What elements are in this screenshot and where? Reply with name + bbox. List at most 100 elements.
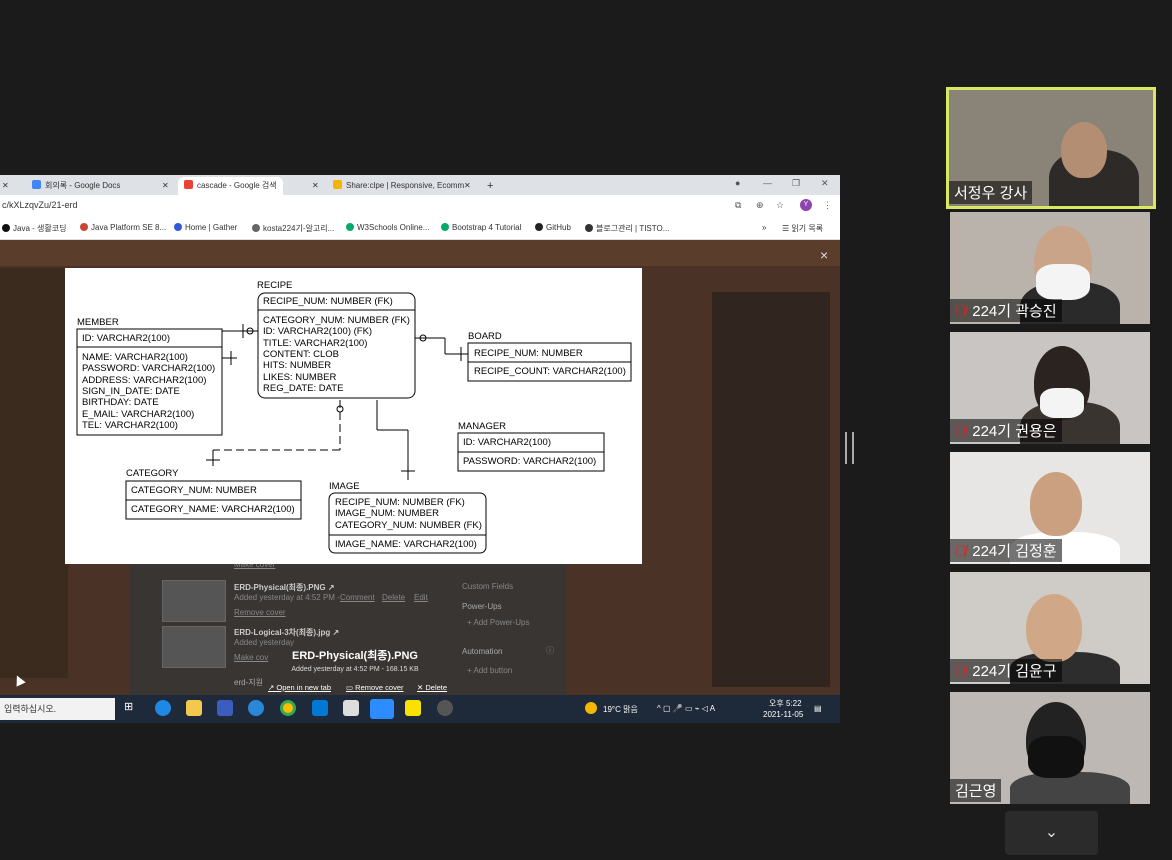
participant-name: 🎙̸ 224기 김정훈 — [950, 539, 1062, 562]
member-col: TEL: VARCHAR2(100) — [82, 420, 178, 431]
app-icon[interactable] — [248, 700, 264, 716]
tab-close-icon[interactable]: ✕ — [162, 177, 169, 195]
minimize-icon[interactable]: — — [763, 178, 772, 188]
bookmark-item[interactable]: 블로그관리 | TISTO... — [585, 223, 669, 234]
video-tile[interactable]: 🎙̸ 224기 권용은 — [950, 332, 1150, 444]
profile-avatar[interactable]: Y — [800, 199, 812, 211]
edge-icon[interactable] — [155, 700, 171, 716]
url-text[interactable]: c/kXLzqvZu/21-erd — [2, 200, 78, 210]
category-title: CATEGORY — [126, 468, 179, 479]
weather-icon — [585, 702, 597, 714]
bookmark-item[interactable]: W3Schools Online... — [346, 223, 429, 232]
attachment-name[interactable]: ERD-Logical-3차(최종).jpg ↗ — [234, 627, 339, 638]
windows-taskbar: 입력하십시오. ⊞ 19°C 맑음 ^ ▢ 🎤 ▭ ⌁ ◁ A 오후 5:22 … — [0, 695, 840, 723]
custom-fields-button[interactable]: Custom Fields — [462, 582, 513, 591]
comment-link[interactable]: Comment — [340, 593, 375, 602]
manager-title: MANAGER — [458, 421, 506, 432]
trello-page: Make cover ERD-Physical(최종).PNG ↗ Added … — [0, 240, 840, 695]
tab-search-icon[interactable]: ● — [735, 178, 740, 188]
tab-docs[interactable]: 회의록 - Google Docs — [32, 177, 120, 195]
image-pk: IMAGE_NUM: NUMBER — [335, 508, 439, 519]
task-view-icon[interactable]: ⊞ — [124, 700, 140, 716]
weather-text[interactable]: 19°C 맑음 — [603, 704, 638, 715]
member-col: ADDRESS: VARCHAR2(100) — [82, 375, 206, 386]
member-col: E_MAIL: VARCHAR2(100) — [82, 409, 194, 420]
erd-diagram-image: MEMBER ID: VARCHAR2(100) NAME: VARCHAR2(… — [65, 268, 642, 564]
splitter-handle[interactable] — [845, 432, 854, 464]
bookmark-item[interactable]: Java - 생활코딩 — [2, 223, 66, 234]
clock-date[interactable]: 2021-11-05 — [763, 710, 803, 719]
attachment-thumbnail[interactable] — [162, 580, 226, 622]
close-viewer-icon[interactable]: × — [820, 247, 828, 263]
recipe-col: TITLE: VARCHAR2(100) — [263, 338, 367, 349]
open-new-tab-link[interactable]: ↗ Open in new tab — [268, 683, 331, 692]
translate-icon[interactable]: ⧉ — [735, 200, 741, 211]
bookmark-item[interactable]: Bootstrap 4 Tutorial — [441, 223, 521, 232]
attachment-name[interactable]: erd-지원 — [234, 677, 263, 688]
video-tile[interactable]: 김근영 — [950, 692, 1150, 804]
file-explorer-icon[interactable] — [186, 700, 202, 716]
chrome-icon[interactable] — [280, 700, 296, 716]
bookmark-icon — [441, 223, 449, 231]
attachment-meta: Added yesterday at 4:52 PM - — [234, 593, 340, 602]
bookmark-item[interactable]: Home | Gather — [174, 223, 237, 232]
zoom-app-icon[interactable] — [370, 699, 394, 719]
notification-icon[interactable]: ▤ — [814, 704, 822, 713]
tab-google-search[interactable]: cascade - Google 검색 — [178, 177, 283, 195]
board-list-right — [712, 292, 830, 687]
tab-close-icon[interactable]: ✕ — [312, 177, 319, 195]
video-tile[interactable]: 🎙̸ 224기 김정훈 — [950, 452, 1150, 564]
bookmark-item[interactable]: GitHub — [535, 223, 571, 232]
scroll-down-button[interactable]: ⌄ — [1005, 811, 1098, 855]
clock-time[interactable]: 오후 5:22 — [769, 698, 802, 709]
remove-cover-link[interactable]: ▭ Remove cover — [346, 683, 404, 692]
tab-close-icon[interactable]: ✕ — [464, 177, 471, 195]
remove-cover-link[interactable]: Remove cover — [234, 608, 286, 617]
attachment-meta: Added yesterday — [234, 638, 295, 647]
new-tab-button[interactable]: + — [487, 177, 493, 195]
bookmarks-overflow-icon[interactable]: » — [762, 223, 766, 232]
attachment-name[interactable]: ERD-Physical(최종).PNG ↗ — [234, 582, 335, 593]
viewer-caption: ERD-Physical(최종).PNG Added yesterday at … — [130, 647, 580, 673]
participant-name: 김근영 — [950, 779, 1002, 802]
tab-close-icon[interactable]: ✕ — [2, 177, 9, 195]
tray-icons[interactable]: ^ ▢ 🎤 ▭ ⌁ ◁ A — [657, 704, 715, 713]
video-tile-speaker[interactable]: 서정우 강사 — [946, 87, 1156, 209]
reading-list[interactable]: ☰ 읽기 목록 — [782, 223, 823, 234]
member-col: BIRTHDAY: DATE — [82, 397, 159, 408]
bookmark-item[interactable]: kosta224기-알고리... — [252, 223, 334, 234]
docs-icon — [32, 180, 41, 189]
image-pk: CATEGORY_NUM: NUMBER (FK) — [335, 520, 482, 531]
card-detail-panel: Make cover ERD-Physical(최종).PNG ↗ Added … — [130, 560, 566, 695]
delete-link[interactable]: ✕ Delete — [417, 683, 447, 692]
board-col: RECIPE_COUNT: VARCHAR2(100) — [474, 366, 626, 377]
bookmark-icon — [346, 223, 354, 231]
video-tile[interactable]: 🎙̸ 224기 김윤구 — [950, 572, 1150, 684]
person-head — [1026, 594, 1082, 662]
kakaotalk-icon[interactable] — [405, 700, 421, 716]
add-power-ups-button[interactable]: + Add Power-Ups — [467, 618, 529, 627]
star-icon[interactable]: ☆ — [776, 200, 784, 211]
delete-link[interactable]: Delete — [382, 593, 405, 602]
close-window-icon[interactable]: ✕ — [821, 178, 829, 189]
participant-name: 🎙̸ 224기 곽승진 — [950, 299, 1062, 322]
store-icon[interactable] — [217, 700, 233, 716]
face-mask — [1028, 736, 1084, 778]
viewer-title: ERD-Physical(최종).PNG — [292, 650, 418, 662]
taskbar-search-input[interactable]: 입력하십시오. — [0, 698, 115, 720]
address-bar[interactable]: c/kXLzqvZu/21-erd ⧉ ⊕ ☆ Y ⋮ — [0, 195, 840, 218]
tab-shareclpe[interactable]: Share:clpe | Responsive, Ecomm — [333, 177, 464, 195]
edit-link[interactable]: Edit — [414, 593, 428, 602]
chevron-down-icon: ⌄ — [1044, 824, 1059, 841]
menu-icon[interactable]: ⋮ — [823, 200, 832, 211]
bookmark-item[interactable]: Java Platform SE 8... — [80, 223, 166, 232]
image-col: IMAGE_NAME: VARCHAR2(100) — [335, 539, 477, 550]
shared-screen: ✕ 회의록 - Google Docs ✕ cascade - Google 검… — [0, 175, 840, 723]
video-tile[interactable]: 🎙̸ 224기 곽승진 — [950, 212, 1150, 324]
zoom-icon[interactable]: ⊕ — [756, 200, 764, 211]
participant-name: 서정우 강사 — [949, 181, 1033, 204]
maximize-icon[interactable]: ❐ — [792, 178, 800, 189]
mail-icon[interactable] — [312, 700, 328, 716]
app-icon[interactable] — [343, 700, 359, 716]
settings-icon[interactable] — [437, 700, 453, 716]
